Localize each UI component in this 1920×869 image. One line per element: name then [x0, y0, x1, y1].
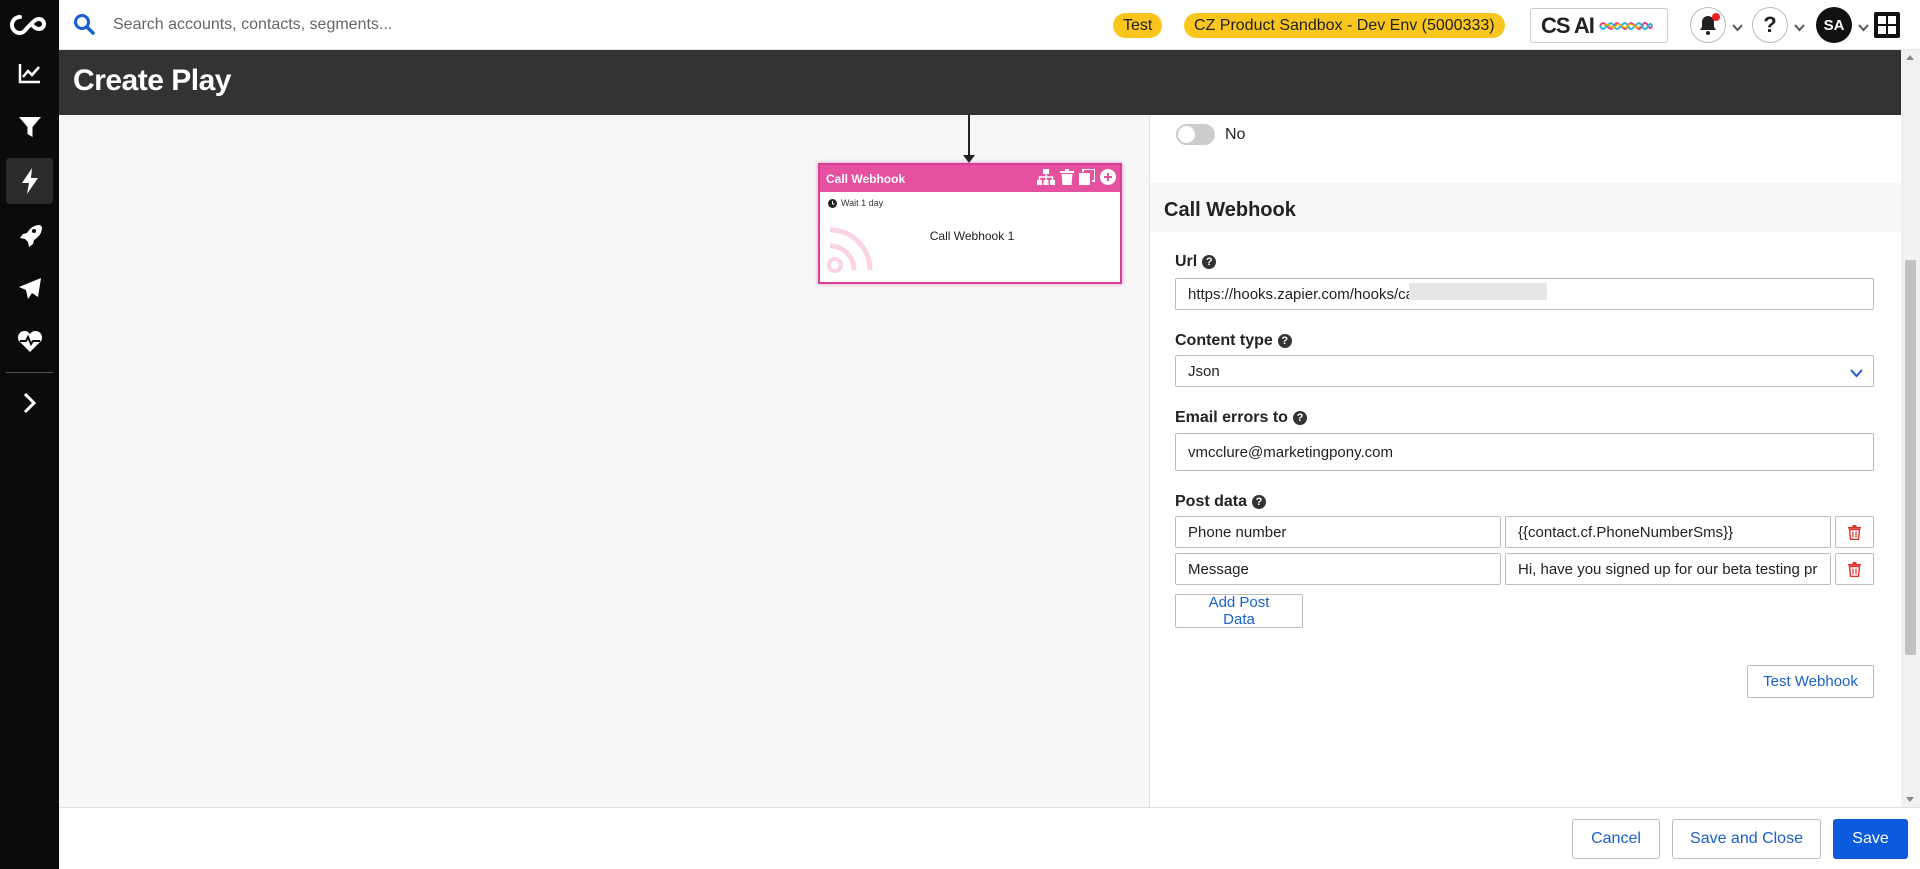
notifications-bell-icon[interactable]	[1690, 7, 1726, 43]
content-type-help-icon[interactable]: ?	[1277, 334, 1292, 348]
cs-ai-label: CS AI	[1541, 12, 1595, 38]
expand-chevron-right-icon[interactable]	[6, 380, 53, 426]
post-data-label: Post data	[1175, 493, 1248, 510]
filter-icon[interactable]	[6, 104, 53, 150]
health-heart-icon[interactable]	[6, 318, 53, 364]
save-and-close-button[interactable]: Save and Close	[1672, 819, 1821, 859]
node-wait-label: Wait 1 day	[841, 198, 884, 208]
test-badge: Test	[1113, 13, 1163, 38]
save-button[interactable]: Save	[1833, 819, 1908, 859]
add-post-data-button[interactable]: Add Post Data	[1175, 594, 1303, 628]
left-nav	[0, 0, 59, 869]
send-paper-plane-icon[interactable]	[6, 266, 53, 312]
rocket-icon[interactable]	[6, 212, 53, 258]
panel-top-section: No	[1150, 115, 1902, 183]
post-data-value-input[interactable]	[1505, 516, 1831, 548]
url-help-icon[interactable]: ?	[1202, 255, 1217, 269]
remove-post-data-button[interactable]	[1835, 516, 1874, 548]
webhook-node-label: Call Webhook 1	[929, 229, 1015, 243]
duplicate-node-copy-icon[interactable]	[1079, 168, 1096, 188]
post-data-value-input[interactable]	[1505, 553, 1831, 585]
content-type-label-row: Content type ?	[1175, 332, 1292, 350]
node-wait-info: Wait 1 day	[828, 198, 883, 208]
scrollbar-thumb[interactable]	[1905, 260, 1916, 655]
post-data-help-icon[interactable]: ?	[1252, 495, 1267, 509]
webhook-node[interactable]: Call Webhook Wait 1 day Call Webhook 1	[818, 163, 1122, 284]
add-node-plus-circle-icon[interactable]	[1100, 169, 1116, 188]
trash-icon	[1848, 524, 1861, 540]
cancel-button[interactable]: Cancel	[1572, 819, 1660, 859]
node-actions	[1037, 168, 1116, 188]
section-title: Call Webhook	[1164, 199, 1296, 221]
clock-icon	[828, 198, 837, 208]
environment-badge[interactable]: CZ Product Sandbox - Dev Env (5000333)	[1184, 13, 1505, 38]
post-data-label-row: Post data ?	[1175, 493, 1267, 511]
trash-icon	[1848, 561, 1861, 577]
add-branch-sitemap-icon[interactable]	[1037, 169, 1055, 188]
panel-scrollbar[interactable]	[1901, 50, 1920, 807]
user-avatar[interactable]: SA	[1816, 7, 1852, 43]
flow-arrow-icon	[963, 155, 975, 163]
global-search-input[interactable]	[113, 12, 713, 38]
chevron-down-icon	[1850, 365, 1863, 382]
app-root: Test CZ Product Sandbox - Dev Env (50003…	[0, 0, 1920, 869]
page-title: Create Play	[73, 64, 231, 97]
email-errors-label: Email errors to	[1175, 409, 1288, 426]
plays-lightning-icon[interactable]	[6, 158, 53, 204]
webhook-form: Url ? Content type ? Json Email errors t…	[1150, 232, 1902, 807]
post-data-key-input[interactable]	[1175, 516, 1501, 548]
notifications-chevron-down-icon[interactable]	[1732, 19, 1743, 37]
notification-dot	[1712, 13, 1720, 21]
top-bar: Test CZ Product Sandbox - Dev Env (50003…	[59, 0, 1920, 50]
webhook-node-header: Call Webhook	[820, 165, 1120, 192]
url-redacted-blur	[1409, 283, 1547, 300]
email-errors-label-row: Email errors to ?	[1175, 409, 1307, 427]
email-errors-input[interactable]	[1175, 433, 1874, 471]
settings-panel: No Call Webhook Url ? Content type ? Jso…	[1149, 115, 1902, 807]
option-toggle[interactable]	[1176, 124, 1215, 145]
content-type-value: Json	[1188, 362, 1220, 380]
scroll-down-arrow-icon[interactable]	[1906, 797, 1914, 802]
email-errors-help-icon[interactable]: ?	[1292, 411, 1307, 425]
analytics-icon[interactable]	[6, 50, 53, 96]
brand-logo-icon[interactable]	[0, 0, 59, 50]
delete-node-trash-icon[interactable]	[1060, 169, 1074, 188]
test-webhook-button[interactable]: Test Webhook	[1747, 665, 1874, 698]
content-type-label: Content type	[1175, 332, 1273, 349]
page-header: Create Play	[59, 50, 1920, 115]
url-label: Url	[1175, 253, 1198, 270]
scroll-up-arrow-icon[interactable]	[1906, 55, 1914, 60]
toggle-value-label: No	[1225, 126, 1246, 143]
post-data-key-input[interactable]	[1175, 553, 1501, 585]
help-chevron-down-icon[interactable]	[1794, 19, 1805, 37]
ai-wave-icon	[1598, 21, 1653, 30]
app-grid-icon[interactable]	[1874, 12, 1900, 38]
help-question-icon[interactable]: ?	[1752, 7, 1788, 43]
remove-post-data-button[interactable]	[1835, 553, 1874, 585]
cs-ai-button[interactable]: CS AI	[1530, 8, 1668, 43]
search-icon[interactable]	[73, 13, 95, 40]
nav-divider	[6, 372, 53, 373]
user-chevron-down-icon[interactable]	[1858, 19, 1869, 37]
footer-actions: Cancel Save and Close Save	[59, 807, 1920, 869]
webhook-node-title: Call Webhook	[826, 171, 906, 186]
content-type-select[interactable]: Json	[1175, 355, 1874, 387]
url-label-row: Url ?	[1175, 253, 1217, 271]
